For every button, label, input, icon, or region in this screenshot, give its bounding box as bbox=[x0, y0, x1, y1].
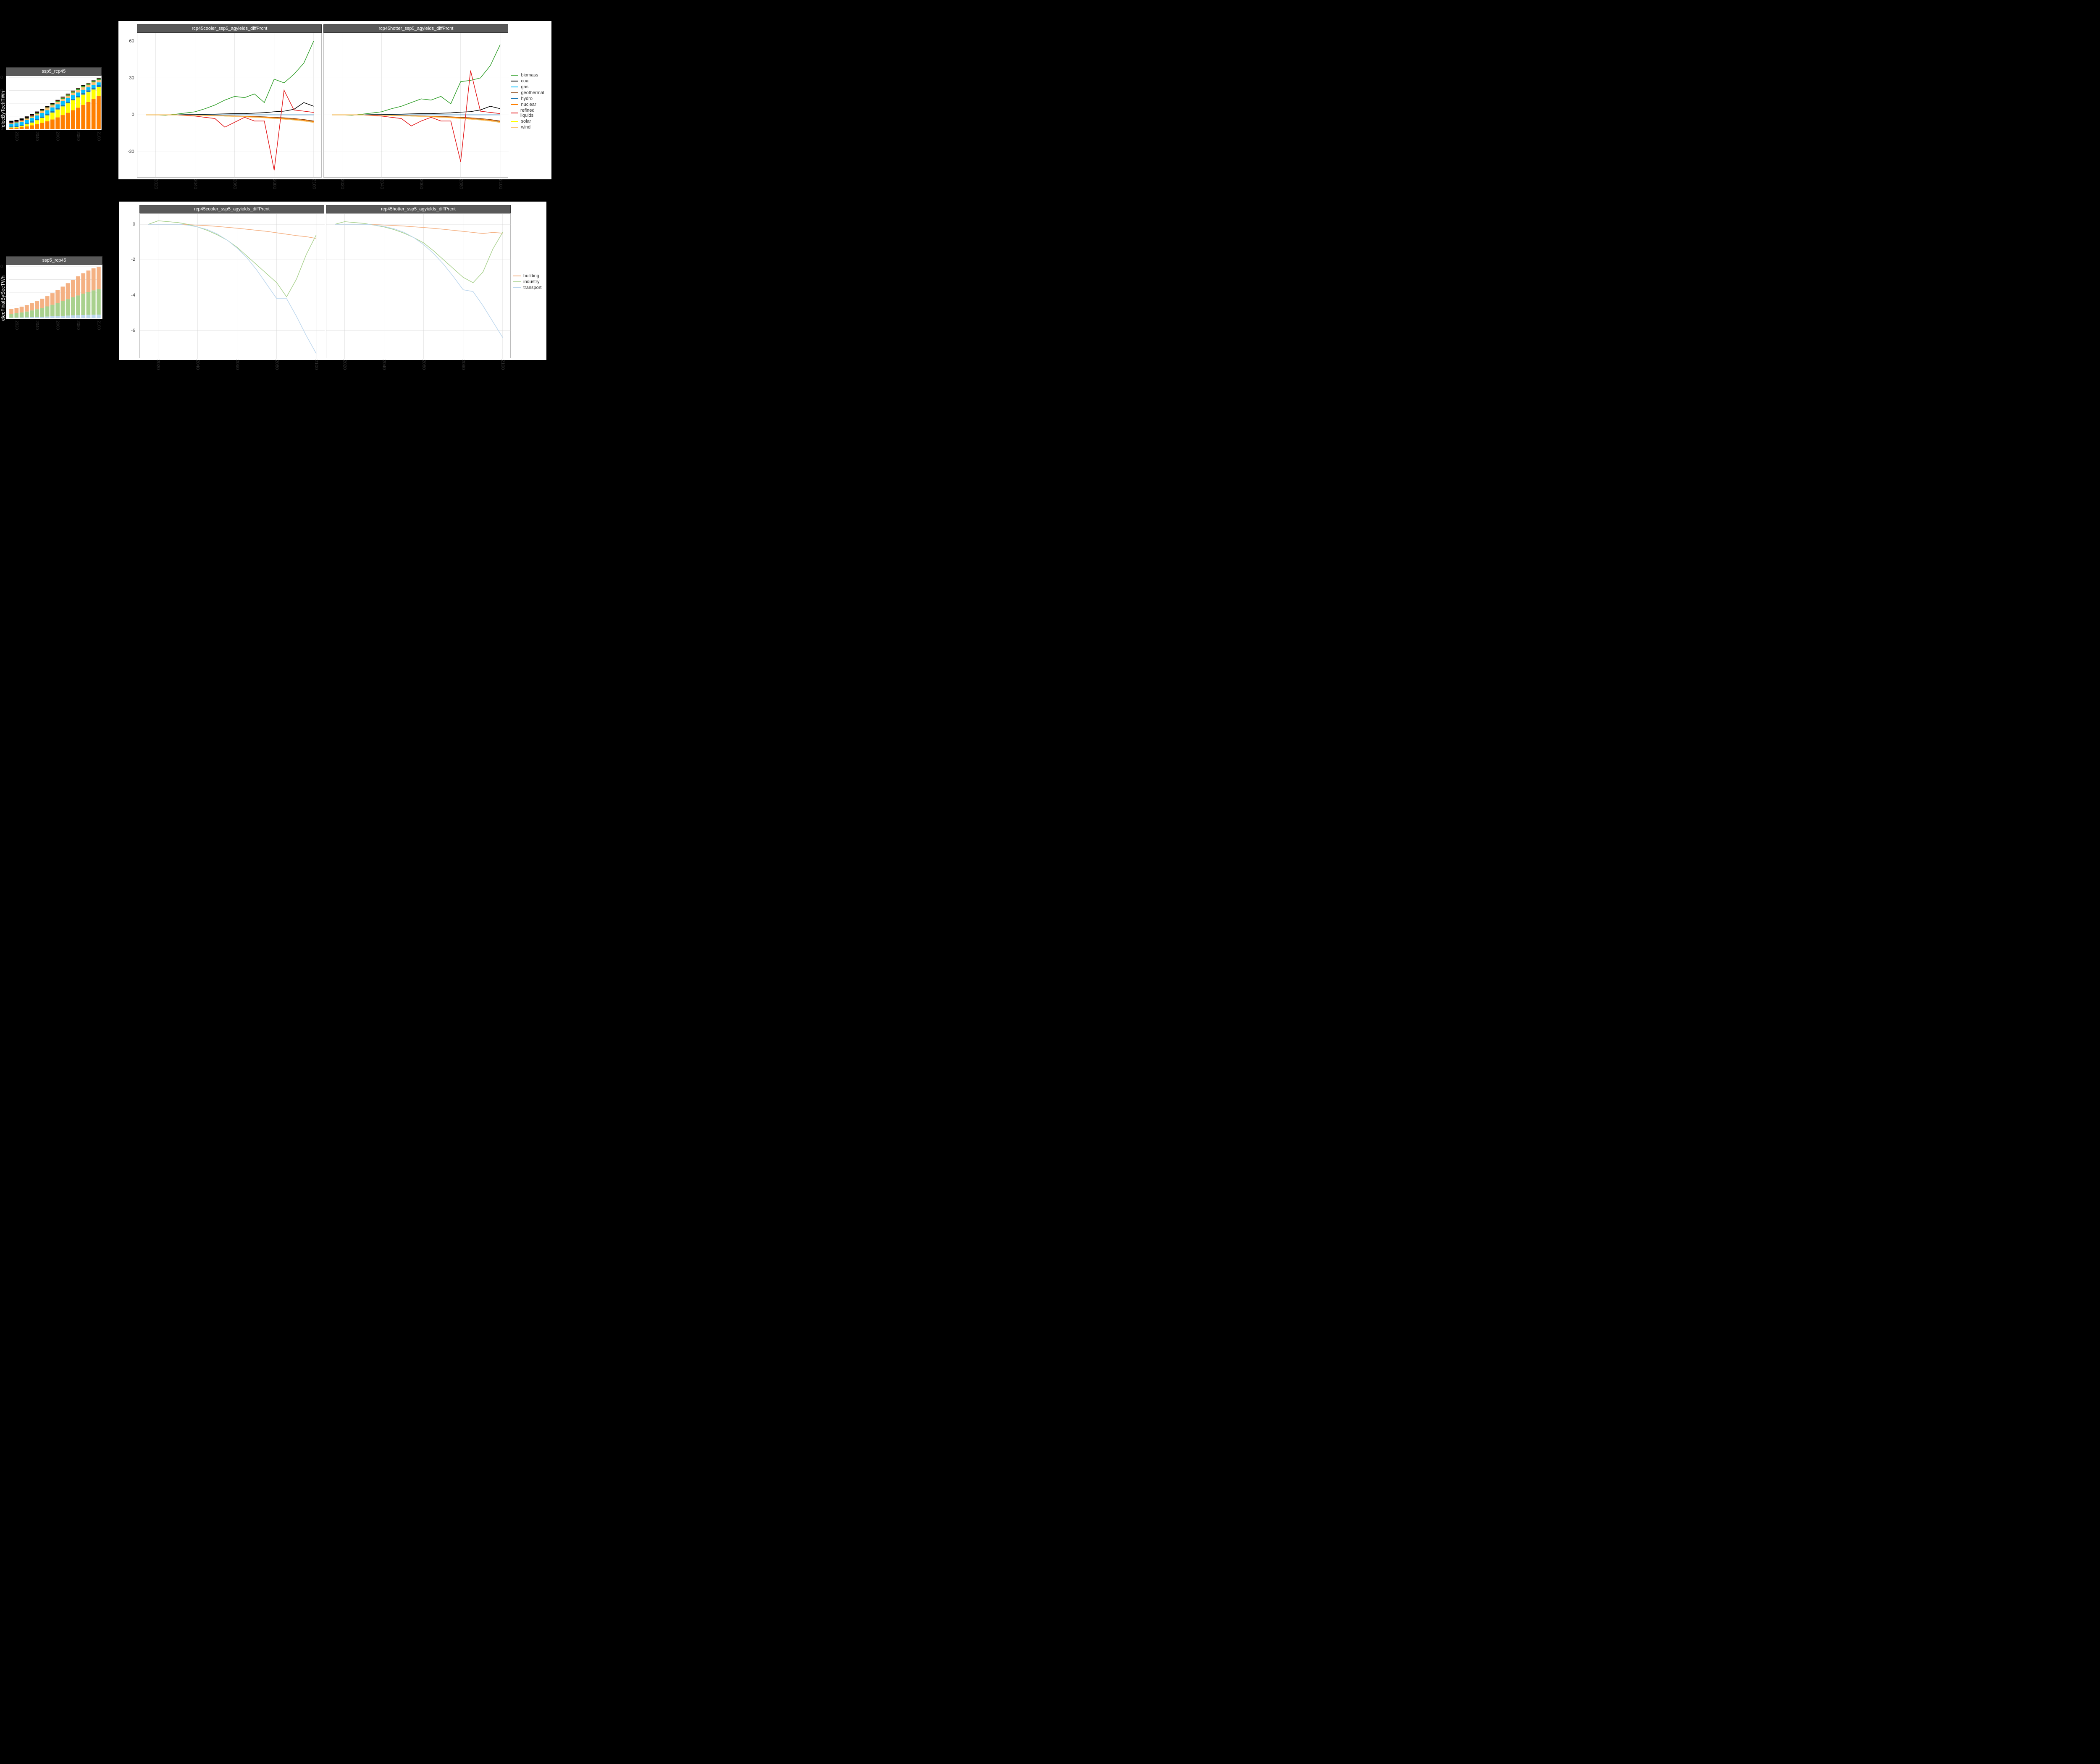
plot-cooler-sec: 20202040206020802100 bbox=[139, 213, 324, 358]
row-elec-by-sec: elecFinalBySecTWh ssp5_rcp45 05000100001… bbox=[0, 202, 546, 360]
strip-small-2: ssp5_rcp45 bbox=[6, 256, 102, 265]
legend-item-biomass: biomass bbox=[511, 73, 546, 78]
facet-cooler-1: rcp45cooler_ssp5_agyields_diffPrcnt 2020… bbox=[137, 24, 322, 178]
strip-small-1: ssp5_rcp45 bbox=[6, 67, 102, 76]
facet-hotter-1: rcp45hotter_ssp5_agyields_diffPrcnt 2020… bbox=[323, 24, 508, 178]
strip-cooler-1: rcp45cooler_ssp5_agyields_diffPrcnt bbox=[137, 24, 322, 33]
facet-hotter-2: rcp45hotter_ssp5_agyields_diffPrcnt 2020… bbox=[326, 205, 511, 358]
legend-item-transport: transport bbox=[513, 285, 541, 290]
legend-item-solar: solar bbox=[511, 119, 546, 124]
small-chart-elec-by-tech: ssp5_rcp45 05000100001500020000202020402… bbox=[6, 67, 102, 130]
legend-item-coal: coal bbox=[511, 79, 546, 84]
legend-item-industry: industry bbox=[513, 279, 541, 284]
plot-elec-by-sec-bar: 0500010000150002000020202040206020802100 bbox=[6, 265, 102, 319]
legend-item-nuclear: nuclear bbox=[511, 102, 546, 107]
legend-sec: buildingindustrytransport bbox=[511, 269, 545, 294]
plot-hotter-tech: 20202040206020802100 bbox=[323, 33, 508, 178]
strip-cooler-2: rcp45cooler_ssp5_agyields_diffPrcnt bbox=[139, 205, 324, 213]
legend-item-refined_liquids: refined liquids bbox=[511, 108, 546, 118]
small-chart-elec-by-sec: ssp5_rcp45 05000100001500020000202020402… bbox=[6, 256, 102, 319]
big-chart-row1: -3003060 rcp45cooler_ssp5_agyields_diffP… bbox=[118, 21, 551, 179]
legend-item-hydro: hydro bbox=[511, 96, 546, 101]
legend-item-geothermal: geothermal bbox=[511, 90, 546, 95]
big-chart-row2: -6-4-20 rcp45cooler_ssp5_agyields_diffPr… bbox=[119, 202, 546, 360]
page: elecByTechTWh ssp5_rcp45 050001000015000… bbox=[0, 0, 546, 382]
facet-cooler-2: rcp45cooler_ssp5_agyields_diffPrcnt 2020… bbox=[139, 205, 324, 358]
legend-tech: biomasscoalgasgeothermalhydronuclearrefi… bbox=[508, 68, 550, 134]
plot-elec-by-tech-bar: 0500010000150002000020202040206020802100 bbox=[6, 76, 102, 130]
legend-item-gas: gas bbox=[511, 84, 546, 89]
yticks-row1: -3003060 bbox=[121, 24, 135, 178]
legend-item-wind: wind bbox=[511, 125, 546, 130]
yticks-row2: -6-4-20 bbox=[122, 205, 136, 358]
plot-hotter-sec: 20202040206020802100 bbox=[326, 213, 511, 358]
row-elec-by-tech: elecByTechTWh ssp5_rcp45 050001000015000… bbox=[0, 21, 551, 179]
strip-hotter-2: rcp45hotter_ssp5_agyields_diffPrcnt bbox=[326, 205, 511, 213]
strip-hotter-1: rcp45hotter_ssp5_agyields_diffPrcnt bbox=[323, 24, 508, 33]
plot-cooler-tech: 20202040206020802100 bbox=[137, 33, 322, 178]
legend-item-building: building bbox=[513, 273, 541, 278]
